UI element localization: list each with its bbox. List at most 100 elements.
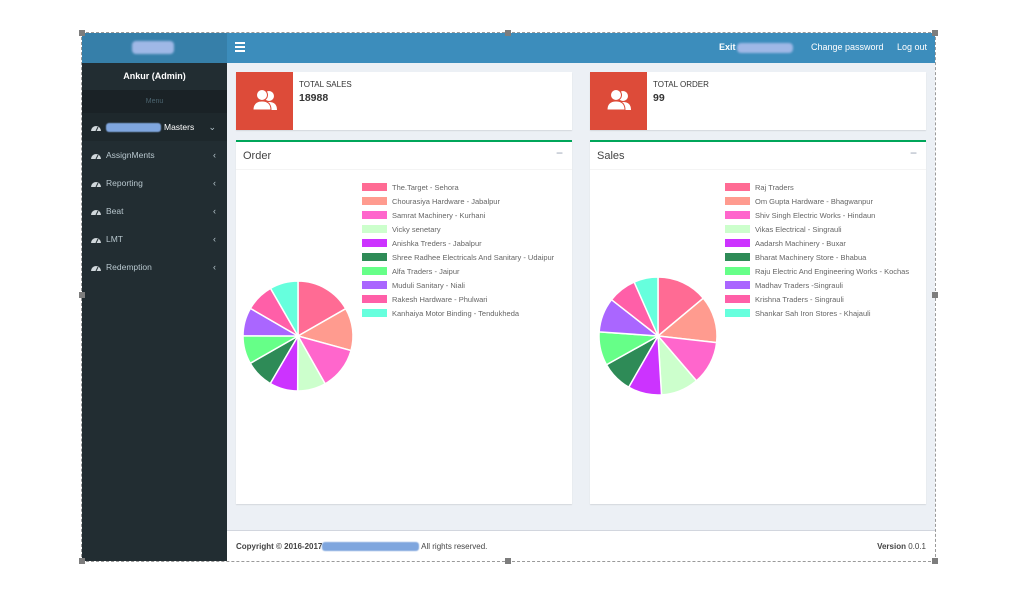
top-navbar: Exit Change password Log out bbox=[82, 33, 935, 63]
legend-item: Shankar Sah Iron Stores - Khajauli bbox=[725, 306, 909, 320]
minus-icon[interactable]: − bbox=[556, 146, 563, 160]
sidebar-item-label: AssignMents bbox=[106, 150, 155, 160]
legend-item: Shree Radhee Electricals And Sanitary - … bbox=[362, 250, 554, 264]
app-window: Exit Change password Log out Ankur (Admi… bbox=[79, 30, 938, 564]
sidebar-item-redemption[interactable]: Redemption ‹ bbox=[82, 253, 227, 281]
legend-item: Raju Electric And Engineering Works - Ko… bbox=[725, 264, 909, 278]
sidebar-item-label: Masters bbox=[164, 122, 195, 132]
sidebar-item-lmt[interactable]: LMT ‹ bbox=[82, 225, 227, 253]
legend-item: Aadarsh Machinery - Buxar bbox=[725, 236, 909, 250]
panel-header: Order − bbox=[236, 142, 572, 170]
legend-item: Rakesh Hardware - Phulwari bbox=[362, 292, 554, 306]
resize-handle[interactable] bbox=[505, 30, 511, 36]
redacted-text bbox=[106, 123, 161, 133]
legend-swatch bbox=[725, 267, 750, 275]
legend-label: Raju Electric And Engineering Works - Ko… bbox=[755, 266, 910, 276]
legend-swatch bbox=[362, 295, 387, 303]
panel-title: Order bbox=[243, 150, 272, 162]
legend-item: Chourasiya Hardware - Jabalpur bbox=[362, 194, 554, 208]
info-value: 99 bbox=[653, 92, 665, 104]
resize-handle[interactable] bbox=[79, 30, 85, 36]
exit-link[interactable]: Exit bbox=[719, 42, 736, 52]
resize-handle[interactable] bbox=[505, 558, 511, 564]
legend-item: Muduli Sanitary - Niali bbox=[362, 278, 554, 292]
order-chart-panel: Order − The.Target - Sehora Chourasiya Ha… bbox=[236, 140, 572, 504]
legend-item: Om Gupta Hardware - Bhagwanpur bbox=[725, 194, 909, 208]
footer: Copyright © 2016-2017 All rights reserve… bbox=[227, 530, 935, 561]
redacted-exit-target bbox=[737, 43, 793, 53]
dashboard-icon bbox=[91, 266, 101, 271]
chevron-left-icon: ‹ bbox=[213, 150, 216, 160]
legend-swatch bbox=[362, 225, 387, 233]
legend-item: Madhav Traders -Singrauli bbox=[725, 278, 909, 292]
resize-handle[interactable] bbox=[932, 558, 938, 564]
redacted-company-link[interactable] bbox=[322, 542, 420, 552]
legend-item: Krishna Traders - Singrauli bbox=[725, 292, 909, 306]
hamburger-icon[interactable] bbox=[235, 42, 245, 52]
legend-label: Alfa Traders - Jaipur bbox=[392, 266, 460, 276]
dashboard-icon bbox=[91, 154, 101, 159]
legend-item: Alfa Traders - Jaipur bbox=[362, 264, 554, 278]
legend-item: Vikas Electrical - Singrauli bbox=[725, 222, 909, 236]
legend-label: Raj Traders bbox=[755, 182, 794, 192]
logo[interactable] bbox=[82, 33, 227, 63]
info-box-total-order: TOTAL ORDER 99 bbox=[590, 72, 926, 130]
dashboard-icon bbox=[91, 126, 101, 131]
sidebar-item-beat[interactable]: Beat ‹ bbox=[82, 197, 227, 225]
copyright: Copyright © 2016-2017 All rights reserve… bbox=[236, 542, 487, 552]
sidebar-item-reporting[interactable]: Reporting ‹ bbox=[82, 169, 227, 197]
logout-link[interactable]: Log out bbox=[897, 42, 927, 52]
legend-item: The.Target - Sehora bbox=[362, 180, 554, 194]
legend-swatch bbox=[362, 267, 387, 275]
dashboard-icon bbox=[91, 182, 101, 187]
version: Version 0.0.1 bbox=[877, 542, 926, 551]
sidebar-item-label: LMT bbox=[106, 234, 123, 244]
sidebar-item-masters[interactable]: Masters ⌄ bbox=[82, 113, 227, 141]
legend-swatch bbox=[725, 197, 750, 205]
order-legend: The.Target - Sehora Chourasiya Hardware -… bbox=[362, 180, 554, 320]
minus-icon[interactable]: − bbox=[910, 146, 917, 160]
sidebar-item-assignments[interactable]: AssignMents ‹ bbox=[82, 141, 227, 169]
dashboard-icon bbox=[91, 210, 101, 215]
resize-handle[interactable] bbox=[932, 292, 938, 298]
chevron-left-icon: ‹ bbox=[213, 262, 216, 272]
info-value: 18988 bbox=[299, 92, 329, 104]
legend-label: Aadarsh Machinery - Buxar bbox=[755, 238, 846, 248]
legend-label: Shree Radhee Electricals And Sanitary - … bbox=[392, 252, 555, 262]
legend-label: Vicky senetary bbox=[392, 224, 441, 234]
legend-label: Shiv Singh Electric Works - Hindaun bbox=[755, 210, 876, 220]
legend-swatch bbox=[725, 225, 750, 233]
info-icon-bg bbox=[590, 72, 647, 130]
legend-item: Raj Traders bbox=[725, 180, 909, 194]
legend-label: The.Target - Sehora bbox=[392, 182, 459, 192]
legend-swatch bbox=[725, 211, 750, 219]
menu-header: Menu bbox=[82, 90, 227, 113]
resize-handle[interactable] bbox=[79, 558, 85, 564]
redacted-logo-text bbox=[132, 41, 174, 54]
dashboard-icon bbox=[91, 238, 101, 243]
legend-label: Samrat Machinery - Kurhani bbox=[392, 210, 486, 220]
copyright-prefix: Copyright © 2016-2017 bbox=[236, 542, 323, 551]
legend-label: Shankar Sah Iron Stores - Khajauli bbox=[755, 308, 871, 318]
legend-swatch bbox=[362, 281, 387, 289]
panel-title: Sales bbox=[597, 150, 625, 162]
chevron-left-icon: ‹ bbox=[213, 178, 216, 188]
legend-swatch bbox=[362, 239, 387, 247]
change-password-link[interactable]: Change password bbox=[811, 42, 884, 52]
legend-swatch bbox=[725, 295, 750, 303]
legend-swatch bbox=[725, 281, 750, 289]
legend-swatch bbox=[725, 253, 750, 261]
legend-label: Vikas Electrical - Singrauli bbox=[755, 224, 842, 234]
chevron-left-icon: ‹ bbox=[213, 206, 216, 216]
sidebar-item-label: Reporting bbox=[106, 178, 143, 188]
legend-label: Anishka Treders - Jabalpur bbox=[392, 238, 482, 248]
sidebar-item-label: Beat bbox=[106, 206, 124, 216]
legend-label: Krishna Traders - Singrauli bbox=[755, 294, 844, 304]
info-label: TOTAL SALES bbox=[299, 80, 352, 89]
sidebar: Ankur (Admin) Menu Masters ⌄ AssignMents ‹ R… bbox=[82, 63, 227, 561]
legend-swatch bbox=[725, 239, 750, 247]
legend-item: Shiv Singh Electric Works - Hindaun bbox=[725, 208, 909, 222]
resize-handle[interactable] bbox=[932, 30, 938, 36]
legend-swatch bbox=[362, 309, 387, 317]
resize-handle[interactable] bbox=[79, 292, 85, 298]
